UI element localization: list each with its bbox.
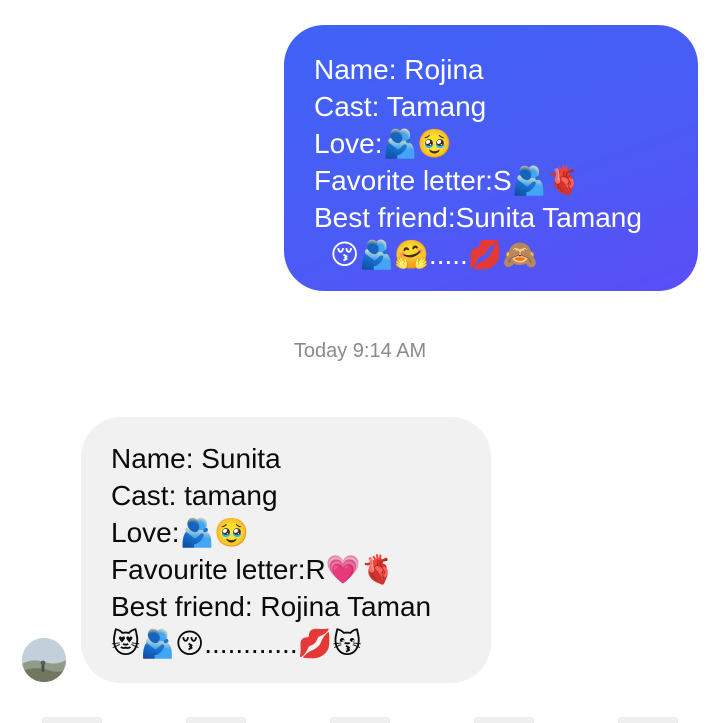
message-line: Love:🫂🥹 bbox=[314, 128, 453, 159]
message-line: Cast: Tamang bbox=[314, 91, 487, 122]
strip-segment bbox=[42, 717, 102, 723]
message-line: Cast: tamang bbox=[111, 480, 278, 511]
message-line: Name: Sunita bbox=[111, 443, 281, 474]
strip-segment bbox=[330, 717, 390, 723]
message-line: Favorite letter:S🫂🫀 bbox=[314, 165, 582, 196]
bottom-edge-strip bbox=[0, 717, 720, 723]
message-timestamp: Today 9:14 AM bbox=[293, 340, 427, 362]
message-line: 😻🫂😚............💋😽 bbox=[111, 628, 362, 659]
message-line: Best friend:Sunita Tamang bbox=[314, 202, 642, 233]
sender-avatar[interactable] bbox=[22, 638, 66, 682]
strip-segment bbox=[474, 717, 534, 723]
avatar-photo-icon bbox=[22, 638, 66, 682]
strip-segment bbox=[618, 717, 678, 723]
message-thread: Name: Rojina Cast: Tamang Love:🫂🥹 Favori… bbox=[0, 0, 720, 723]
message-line: Name: Rojina bbox=[314, 54, 484, 85]
strip-segment bbox=[186, 717, 246, 723]
message-line: Favourite letter:R💗🫀 bbox=[111, 554, 396, 585]
message-line: Love:🫂🥹 bbox=[111, 517, 250, 548]
received-message-bubble[interactable]: Name: Sunita Cast: tamang Love:🫂🥹 Favour… bbox=[81, 417, 491, 683]
message-line: 😚🫂🤗.....💋🙈 bbox=[330, 239, 538, 270]
message-line: Best friend: Rojina Taman bbox=[111, 591, 432, 622]
sent-message-bubble[interactable]: Name: Rojina Cast: Tamang Love:🫂🥹 Favori… bbox=[284, 25, 698, 291]
